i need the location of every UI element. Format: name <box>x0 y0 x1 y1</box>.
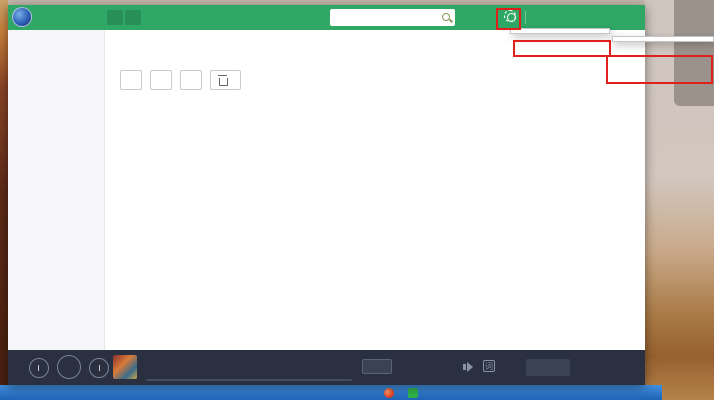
search-icon[interactable] <box>442 13 450 21</box>
play-button[interactable] <box>57 355 81 379</box>
play-all-button[interactable] <box>120 70 142 90</box>
back-button[interactable] <box>107 10 123 25</box>
next-track-button[interactable] <box>89 358 109 378</box>
playlist-toolbar <box>120 70 241 90</box>
trash-icon <box>219 78 228 86</box>
search-input[interactable] <box>336 12 441 27</box>
search-box <box>330 9 455 26</box>
table-header <box>105 96 645 113</box>
screenshot-tool-bar <box>0 385 662 400</box>
user-avatar[interactable] <box>12 7 32 27</box>
browser-logo-icon[interactable] <box>384 388 394 398</box>
volume-icon[interactable] <box>463 362 473 372</box>
add-to-button[interactable] <box>150 70 172 90</box>
settings-dropdown-menu <box>510 28 610 34</box>
add-icon[interactable] <box>408 388 418 398</box>
album-art[interactable] <box>113 355 137 379</box>
prev-bar <box>38 365 40 371</box>
forward-button[interactable] <box>125 10 141 25</box>
sidebar <box>8 30 105 350</box>
clear-button[interactable] <box>210 70 241 90</box>
lyrics-icon[interactable]: 词 <box>483 360 495 372</box>
next-bar <box>99 365 101 371</box>
download-button[interactable] <box>180 70 202 90</box>
music-app-window: 词 <box>8 5 645 385</box>
playlist-panel <box>105 30 645 350</box>
titlebar-divider <box>525 11 526 24</box>
play-queue-button[interactable] <box>526 359 570 376</box>
desktop-calendar-widget <box>674 0 714 106</box>
progress-bar[interactable] <box>146 379 352 381</box>
player-bar: 词 <box>8 350 645 385</box>
volume-box <box>463 364 466 370</box>
previous-track-button[interactable] <box>29 358 49 378</box>
view-submenu <box>612 36 714 42</box>
quality-selector[interactable] <box>362 359 392 374</box>
desktop-background-left <box>0 0 8 400</box>
desktop-background-right <box>645 0 714 400</box>
volume-cone <box>467 362 473 372</box>
titlebar <box>8 5 645 30</box>
screenshot-root: 词 <box>0 0 714 400</box>
settings-gear-icon[interactable] <box>507 13 516 22</box>
